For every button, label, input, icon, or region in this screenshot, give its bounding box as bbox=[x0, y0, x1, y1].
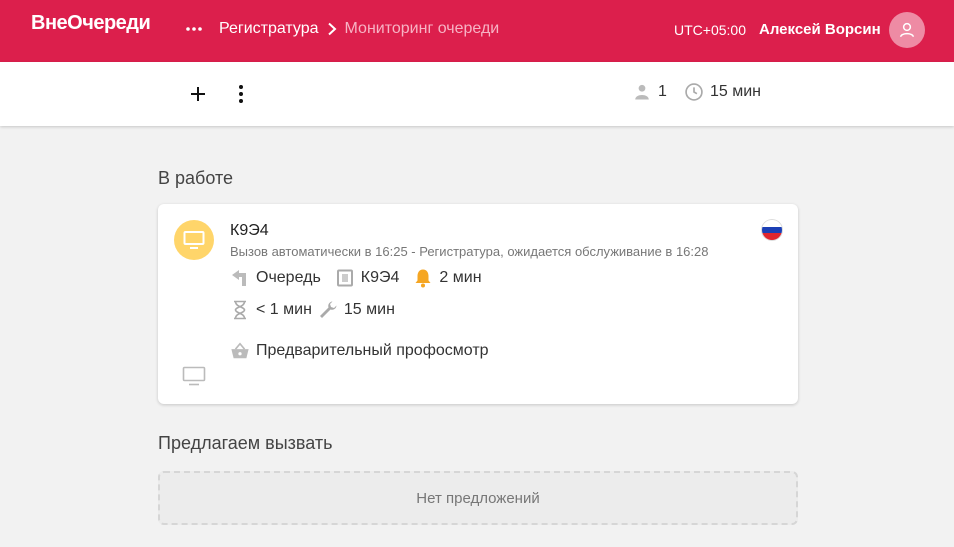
ticket-number: К9Э4 bbox=[360, 269, 400, 286]
people-count: 1 bbox=[632, 82, 667, 102]
plus-icon[interactable] bbox=[186, 82, 210, 106]
breadcrumb: Регистратура Мониторинг очереди bbox=[219, 20, 499, 38]
ticket-icon bbox=[335, 268, 355, 288]
queue-arrow-icon bbox=[230, 268, 250, 288]
app-logo[interactable]: ВнеОчереди bbox=[31, 12, 151, 35]
service-row: Предварительный профосмотр bbox=[230, 341, 503, 361]
ticket-status: Вызов автоматически в 16:25 - Регистрату… bbox=[230, 244, 709, 259]
bell-icon bbox=[413, 268, 433, 288]
people-count-value: 1 bbox=[658, 83, 667, 100]
wait-time-value: 15 мин bbox=[710, 83, 762, 100]
hourglass-icon bbox=[230, 300, 250, 320]
toolbar: 1 15 мин bbox=[0, 62, 954, 126]
user-name[interactable]: Алексей Ворсин bbox=[759, 21, 881, 38]
queue-label: Очередь bbox=[256, 269, 321, 286]
user-avatar-icon[interactable] bbox=[889, 12, 925, 48]
breadcrumb-parent[interactable]: Регистратура bbox=[219, 20, 319, 38]
russia-flag-icon bbox=[762, 220, 782, 240]
wrench-icon bbox=[318, 300, 338, 320]
chevron-right-icon bbox=[325, 22, 339, 36]
wait-time: 15 мин bbox=[684, 82, 761, 102]
breadcrumb-current: Мониторинг очереди bbox=[344, 20, 500, 37]
in-work-title: В работе bbox=[158, 168, 234, 188]
more-horizontal-icon[interactable] bbox=[184, 17, 204, 41]
clock-icon bbox=[684, 82, 704, 102]
basket-icon bbox=[230, 341, 250, 361]
suggest-title: Предлагаем вызвать bbox=[158, 433, 333, 453]
empty-suggestions-text: Нет предложений bbox=[416, 489, 540, 507]
ticket-card[interactable]: К9Э4 Вызов автоматически в 16:25 - Регис… bbox=[158, 204, 798, 404]
ticket-code: К9Э4 bbox=[230, 222, 269, 239]
monitor-icon bbox=[174, 220, 214, 260]
empty-suggestions: Нет предложений bbox=[158, 471, 798, 525]
more-vertical-icon[interactable] bbox=[229, 82, 253, 106]
wait-estimate: < 1 мин bbox=[256, 301, 312, 318]
person-icon bbox=[632, 82, 652, 102]
ticket-info-row-2: < 1 мин 15 мин bbox=[230, 300, 409, 320]
service-name: Предварительный профосмотр bbox=[256, 342, 489, 359]
timezone-label: UTC+05:00 bbox=[674, 22, 746, 38]
top-bar: ВнеОчереди Регистратура Мониторинг очере… bbox=[0, 0, 954, 62]
monitor-icon bbox=[182, 366, 206, 391]
ticket-info-row-1: Очередь К9Э4 2 мин bbox=[230, 268, 496, 288]
service-duration: 15 мин bbox=[343, 301, 395, 318]
alert-time: 2 мин bbox=[439, 269, 482, 286]
